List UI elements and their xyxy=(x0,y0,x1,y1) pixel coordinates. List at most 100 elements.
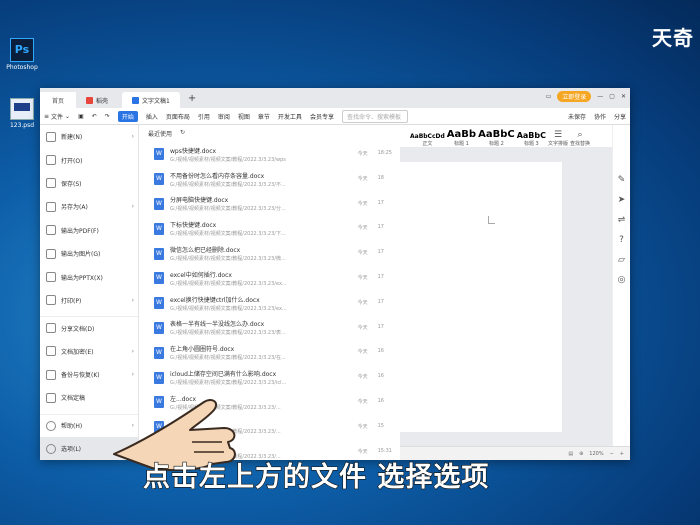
ribbon-tab-layout[interactable]: 页面布局 xyxy=(166,112,190,121)
recent-file-row[interactable]: Wexcel中如何插行.docx G:/视频/视频素材/视频文案/教程/2022.… xyxy=(140,266,400,291)
recent-file-day: 今天 xyxy=(357,200,368,207)
menu-item-print[interactable]: 打印(P) › xyxy=(40,289,138,312)
psd-file-icon xyxy=(10,98,34,120)
recent-file-day: 今天 xyxy=(357,175,368,182)
desktop-icon-psd-file[interactable]: 123.psd xyxy=(4,98,40,129)
ribbon-tab-review[interactable]: 审阅 xyxy=(218,112,230,121)
ribbon-tab-section[interactable]: 章节 xyxy=(258,112,270,121)
menu-item-open[interactable]: 打开(O) xyxy=(40,148,138,171)
zoom-out-icon[interactable]: − xyxy=(610,451,614,457)
location-icon[interactable]: ◎ xyxy=(618,275,626,285)
style-heading-1[interactable]: AaBb 标题 1 xyxy=(447,129,476,147)
printer-icon xyxy=(46,295,56,306)
redo-icon[interactable]: ↷ xyxy=(105,113,110,120)
desktop-icon-photoshop[interactable]: Ps Photoshop xyxy=(4,38,40,71)
writer-doc-icon: W xyxy=(154,173,164,186)
pointer-icon[interactable]: ➤ xyxy=(618,195,626,205)
menu-item-export-image[interactable]: 输出为图片(G) xyxy=(40,242,138,265)
find-replace-button[interactable]: ⌕ 查找替换 xyxy=(570,130,590,147)
tab-document[interactable]: 文字文稿1 xyxy=(122,92,180,108)
collaborate-button[interactable]: 协作 xyxy=(594,112,606,121)
chevron-right-icon: › xyxy=(131,347,134,355)
new-tab-button[interactable]: + xyxy=(180,92,204,108)
recent-file-name: 在上角小圆圈符号.docx xyxy=(170,346,235,354)
adjust-icon[interactable]: ⇌ xyxy=(618,215,626,225)
menu-item-backup[interactable]: 备份与恢复(K) › xyxy=(40,363,138,386)
recent-file-row[interactable]: W 在上角小圆圈符号.docx G:/视频/视频素材/视频文案/教程/2022.3/… xyxy=(140,340,400,365)
unsaved-indicator[interactable]: 未保存 xyxy=(568,112,586,121)
recent-file-row[interactable]: W 不用备份时怎么看内存条容量.docx G:/视频/视频素材/视频文案/教程/20… xyxy=(140,167,400,192)
style-name: 标题 1 xyxy=(454,141,469,147)
title-bar: 首页 稻壳 文字文稿1 + ▭ 立即登录 — ▢ ✕ xyxy=(40,88,630,108)
menu-item-share[interactable]: 分享文档(D) xyxy=(40,316,138,339)
ribbon: ≡ 文件 ⌄ ▣ ↶ ↷ 开始 插入 页面布局 引用 审阅 视图 章节 开发工具… xyxy=(40,108,630,125)
chevron-down-icon: ⌄ xyxy=(65,112,71,120)
menu-item-label: 分享文档(D) xyxy=(61,325,95,333)
menu-item-save-as[interactable]: 另存为(A) › xyxy=(40,195,138,218)
recent-file-name: 表格一半有线一半没线怎么办.docx xyxy=(170,321,265,329)
document-page[interactable] xyxy=(384,162,562,432)
recent-file-day: 今天 xyxy=(357,398,368,405)
recent-file-day: 今天 xyxy=(357,299,368,306)
menu-item-encrypt[interactable]: 文档加密(E) › xyxy=(40,340,138,363)
refresh-icon[interactable]: ↻ xyxy=(180,129,185,138)
ribbon-tab-references[interactable]: 引用 xyxy=(198,112,210,121)
new-doc-icon xyxy=(46,131,56,142)
web-view-icon[interactable]: ⊕ xyxy=(579,451,583,457)
recent-file-row[interactable]: W 下标快捷键.docx G:/视频/视频素材/视频文案/教程/2022.3/3.2… xyxy=(140,216,400,241)
share-button[interactable]: 分享 xyxy=(614,112,626,121)
help-circle-icon[interactable]: ? xyxy=(619,235,624,245)
ribbon-tab-insert[interactable]: 插入 xyxy=(146,112,158,121)
menu-item-save[interactable]: 保存(S) xyxy=(40,172,138,195)
recent-file-name: wps快捷键.docx xyxy=(170,147,217,155)
recent-file-row[interactable]: Wicloud上储存空间已满有什么影响.docx G:/视频/视频素材/视频文案/… xyxy=(140,365,400,390)
recent-file-row[interactable]: Wexcel换行快捷键ctrl加什么.docx G:/视频/视频素材/视频文案/教… xyxy=(140,291,400,316)
minimize-button[interactable]: — xyxy=(597,93,603,100)
zoom-level[interactable]: 120% xyxy=(589,451,603,457)
recent-file-path: G:/视频/视频素材/视频文案/教程/2022.3/3.23/下... xyxy=(170,231,286,238)
maximize-button[interactable]: ▢ xyxy=(609,93,615,100)
ribbon-tab-member[interactable]: 会员专享 xyxy=(310,112,334,121)
login-button[interactable]: 立即登录 xyxy=(557,91,592,102)
tab-home[interactable]: 首页 xyxy=(40,92,76,108)
zoom-in-icon[interactable]: + xyxy=(620,451,624,457)
recent-file-path: G:/视频/视频素材/视频文案/教程/2022.3/3.23/分... xyxy=(170,206,286,213)
recent-files-heading: 最近使用 xyxy=(148,131,173,138)
style-normal[interactable]: AaBbCcDd 正文 xyxy=(410,133,445,147)
menu-item-label: 备份与恢复(K) xyxy=(61,372,100,380)
view-mode-icon[interactable]: ▤ xyxy=(568,451,573,457)
style-sample: AaBb xyxy=(446,129,477,140)
menu-item-label: 文档定稿 xyxy=(61,395,86,403)
recent-file-name: 不用备份时怎么看内存条容量.docx xyxy=(170,172,265,180)
recent-file-path: G:/视频/视频素材/视频文案/教程/2022.3/3.23/不... xyxy=(170,181,286,188)
menu-item-new[interactable]: 新建(N) › xyxy=(40,125,138,148)
writer-doc-icon: W xyxy=(154,247,164,260)
shape-icon[interactable]: ▱ xyxy=(618,255,625,265)
style-heading-3[interactable]: AaBbC 标题 3 xyxy=(517,131,546,147)
style-gallery: AaBbCcDd 正文 AaBb 标题 1 AaBbC 标题 2 AaBbC 标题 3 … xyxy=(400,125,612,147)
menu-item-label: 文档加密(E) xyxy=(61,348,94,356)
recent-file-row[interactable]: Wwps快捷键.docx G:/视频/视频素材/视频文案/教程/2022.3/3.… xyxy=(140,142,400,167)
save-icon[interactable]: ▣ xyxy=(78,113,84,120)
ribbon-tab-view[interactable]: 视图 xyxy=(238,112,250,121)
style-name: 标题 3 xyxy=(523,141,539,147)
menu-item-export-pdf[interactable]: 输出为PDF(F) xyxy=(40,219,138,242)
text-layout-button[interactable]: ☰ 文字排版 xyxy=(548,130,568,147)
close-button[interactable]: ✕ xyxy=(621,93,626,100)
tab-docer[interactable]: 稻壳 xyxy=(76,92,118,108)
open-folder-icon xyxy=(46,155,56,166)
recent-file-row[interactable]: W 微信怎么把已经删除.docx G:/视频/视频素材/视频文案/教程/2022.3… xyxy=(140,241,400,266)
file-menu-button[interactable]: ≡ 文件 ⌄ xyxy=(44,112,70,121)
pptx-icon xyxy=(46,272,56,283)
window-switch-icon[interactable]: ▭ xyxy=(546,93,552,100)
menu-item-export-pptx[interactable]: 输出为PPTX(X) xyxy=(40,265,138,288)
ribbon-tab-start[interactable]: 开始 xyxy=(117,110,138,122)
pen-icon[interactable]: ✎ xyxy=(618,175,626,185)
command-search-input[interactable]: 查找命令、搜索模板 xyxy=(341,109,408,123)
ribbon-tab-developer[interactable]: 开发工具 xyxy=(278,112,302,121)
undo-icon[interactable]: ↶ xyxy=(92,113,97,120)
style-heading-2[interactable]: AaBbC 标题 2 xyxy=(478,129,515,147)
recent-file-row[interactable]: W 分屏电脑快捷键.docx G:/视频/视频素材/视频文案/教程/2022.3/3… xyxy=(140,192,400,217)
recent-file-row[interactable]: W 表格一半有线一半没线怎么办.docx G:/视频/视频素材/视频文案/教程/20… xyxy=(140,316,400,341)
backup-icon xyxy=(46,369,56,380)
